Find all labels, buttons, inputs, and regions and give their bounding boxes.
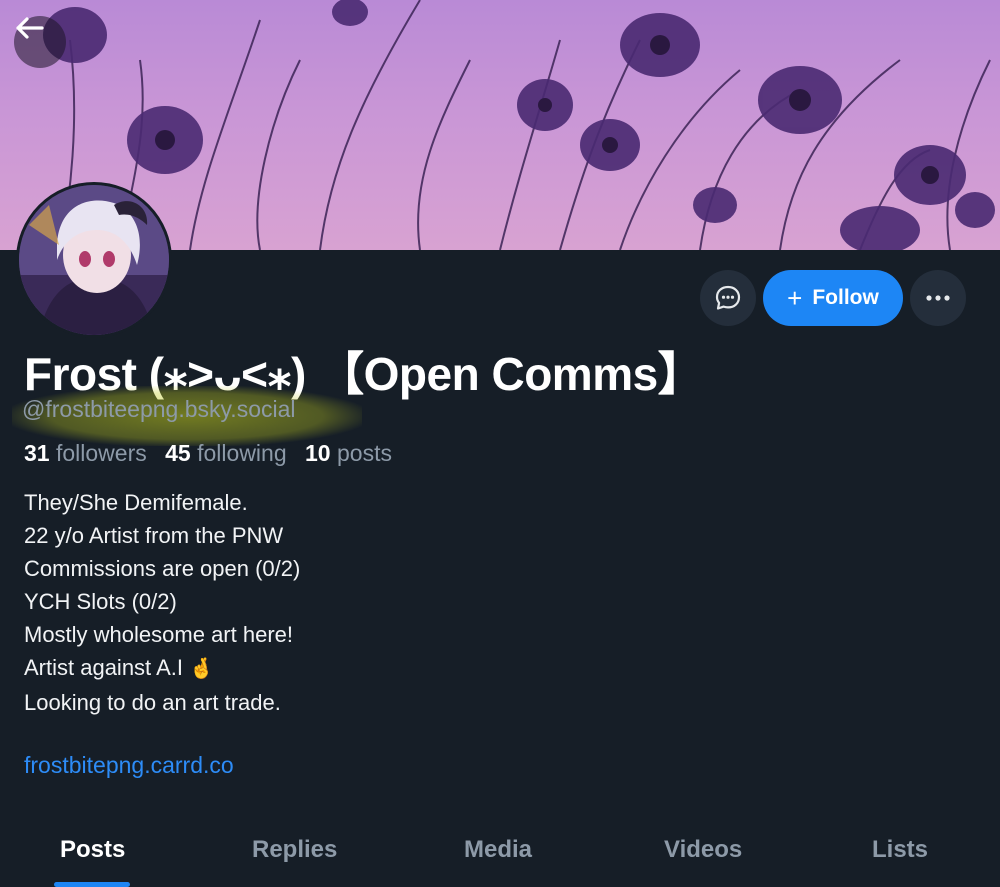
profile-handle: @frostbiteepng.bsky.social <box>22 396 296 422</box>
chat-bubble-icon <box>715 285 741 310</box>
tab-lists[interactable]: Lists <box>872 836 928 864</box>
bio-line: They/She Demifemale. <box>24 490 248 515</box>
avatar[interactable] <box>16 182 172 338</box>
message-button[interactable] <box>700 270 756 326</box>
posts-label: posts <box>337 440 392 466</box>
profile-link[interactable]: frostbitepng.carrd.co <box>24 752 234 779</box>
bio-line: YCH Slots (0/2) <box>24 589 177 614</box>
followers-count: 31 <box>24 440 50 466</box>
tab-replies[interactable]: Replies <box>252 836 337 864</box>
avatar-image <box>19 185 169 335</box>
active-tab-indicator <box>54 882 130 887</box>
bio-line: Mostly wholesome art here! <box>24 622 293 647</box>
crossed-fingers-icon: 🤞 <box>189 658 214 680</box>
following-count: 45 <box>165 440 191 466</box>
followers-label: followers <box>55 440 147 466</box>
tab-posts[interactable]: Posts <box>60 836 125 864</box>
followers-stat[interactable]: 31 followers <box>24 440 159 466</box>
profile-tabs: Posts Replies Media Videos Lists <box>0 826 1000 887</box>
profile-actions: + Follow <box>700 270 966 326</box>
back-button[interactable] <box>14 16 66 68</box>
bio-line: Looking to do an art trade. <box>24 690 281 715</box>
following-stat[interactable]: 45 following <box>165 440 298 466</box>
following-label: following <box>197 440 287 466</box>
more-options-button[interactable] <box>910 270 966 326</box>
follow-label: Follow <box>812 286 879 309</box>
plus-icon: + <box>787 283 803 313</box>
bio-line: Commissions are open (0/2) <box>24 556 301 581</box>
tab-videos[interactable]: Videos <box>664 836 742 864</box>
posts-stat: 10 posts <box>305 440 404 466</box>
ellipsis-icon <box>926 295 950 301</box>
tab-media[interactable]: Media <box>464 836 532 864</box>
follow-button[interactable]: + Follow <box>763 270 903 326</box>
handle-container: @frostbiteepng.bsky.social <box>12 386 362 446</box>
profile-bio: They/She Demifemale. 22 y/o Artist from … <box>24 486 300 719</box>
bio-line: Artist against A.I <box>24 655 183 680</box>
arrow-left-icon <box>16 17 44 39</box>
bio-line-with-emoji: Artist against A.I 🤞 <box>24 651 300 686</box>
bio-line: 22 y/o Artist from the PNW <box>24 523 284 548</box>
profile-stats: 31 followers 45 following 10 posts <box>24 440 404 467</box>
posts-count: 10 <box>305 440 331 466</box>
